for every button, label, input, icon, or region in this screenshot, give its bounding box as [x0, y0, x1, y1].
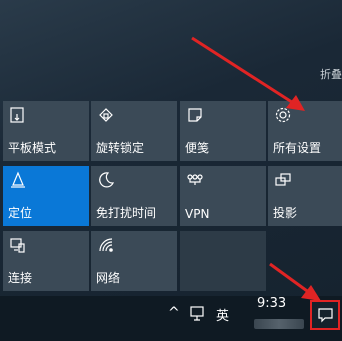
tile-tablet-mode[interactable]: 平板模式 [3, 101, 89, 161]
monitor-tray-icon[interactable] [190, 306, 207, 326]
empty-tile-slot [180, 231, 266, 291]
network-icon [97, 236, 115, 254]
note-icon [186, 106, 204, 124]
tile-note[interactable]: 便笺 [180, 101, 266, 161]
tile-network[interactable]: 网络 [91, 231, 177, 291]
tile-label: 定位 [8, 206, 33, 220]
tile-label: 便笺 [185, 141, 210, 155]
tile-label: 投影 [273, 206, 298, 220]
tile-quiet-hours[interactable]: 免打扰时间 [91, 166, 177, 226]
ime-indicator[interactable]: 英 [216, 305, 229, 324]
tile-label: 连接 [8, 271, 33, 285]
vpn-icon [186, 171, 204, 189]
show-hidden-icons-chevron[interactable]: ^ [168, 305, 180, 321]
clock-time[interactable]: 9:33 [257, 296, 286, 311]
connect-icon [9, 236, 27, 254]
tile-vpn[interactable]: VPN [180, 166, 266, 226]
tile-label: 免打扰时间 [96, 206, 157, 220]
tile-label: VPN [185, 207, 210, 221]
tile-label: 旋转锁定 [96, 141, 145, 155]
tile-project[interactable]: 投影 [268, 166, 342, 226]
moon-icon [97, 171, 115, 189]
location-icon [9, 171, 27, 189]
tile-label: 所有设置 [273, 141, 322, 155]
tile-connect[interactable]: 连接 [3, 231, 89, 291]
collapse-link[interactable]: 折叠 [320, 66, 342, 82]
gear-icon [274, 106, 292, 124]
project-icon [274, 171, 292, 189]
action-center-button[interactable] [310, 300, 340, 330]
tile-label: 网络 [96, 271, 121, 285]
tile-all-settings[interactable]: 所有设置 [268, 101, 342, 161]
rotation-lock-icon [97, 106, 115, 124]
tile-location[interactable]: 定位 [3, 166, 89, 226]
date-redacted [254, 319, 304, 329]
tile-label: 平板模式 [8, 141, 57, 155]
tile-rotation-lock[interactable]: 旋转锁定 [91, 101, 177, 161]
message-icon [318, 308, 333, 323]
tablet-mode-icon [9, 106, 27, 124]
